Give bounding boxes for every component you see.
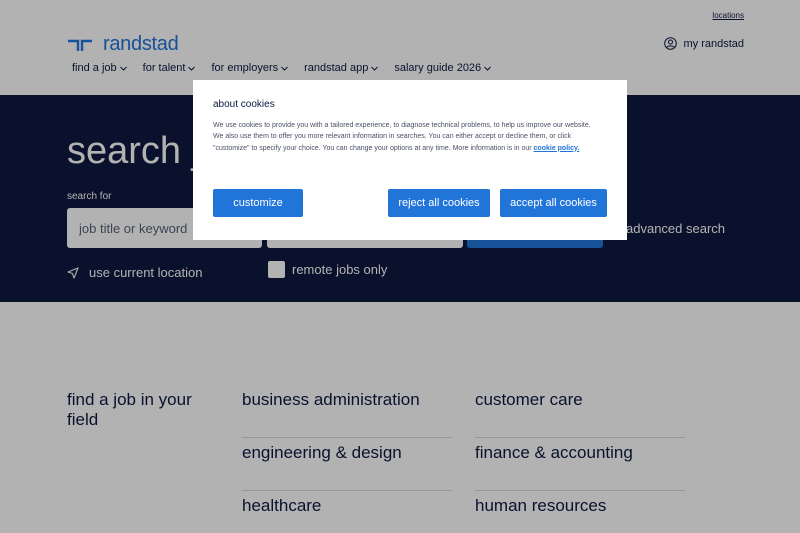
- cookie-dialog-text: We use cookies to provide you with a tai…: [213, 120, 598, 154]
- cookie-dialog-title: about cookies: [213, 99, 275, 110]
- reject-all-cookies-button[interactable]: reject all cookies: [388, 189, 490, 217]
- cookie-consent-dialog: about cookies We use cookies to provide …: [193, 80, 627, 240]
- cookie-policy-link[interactable]: cookie policy.: [534, 145, 580, 152]
- accept-all-cookies-button[interactable]: accept all cookies: [500, 189, 607, 217]
- customize-button[interactable]: customize: [213, 189, 303, 217]
